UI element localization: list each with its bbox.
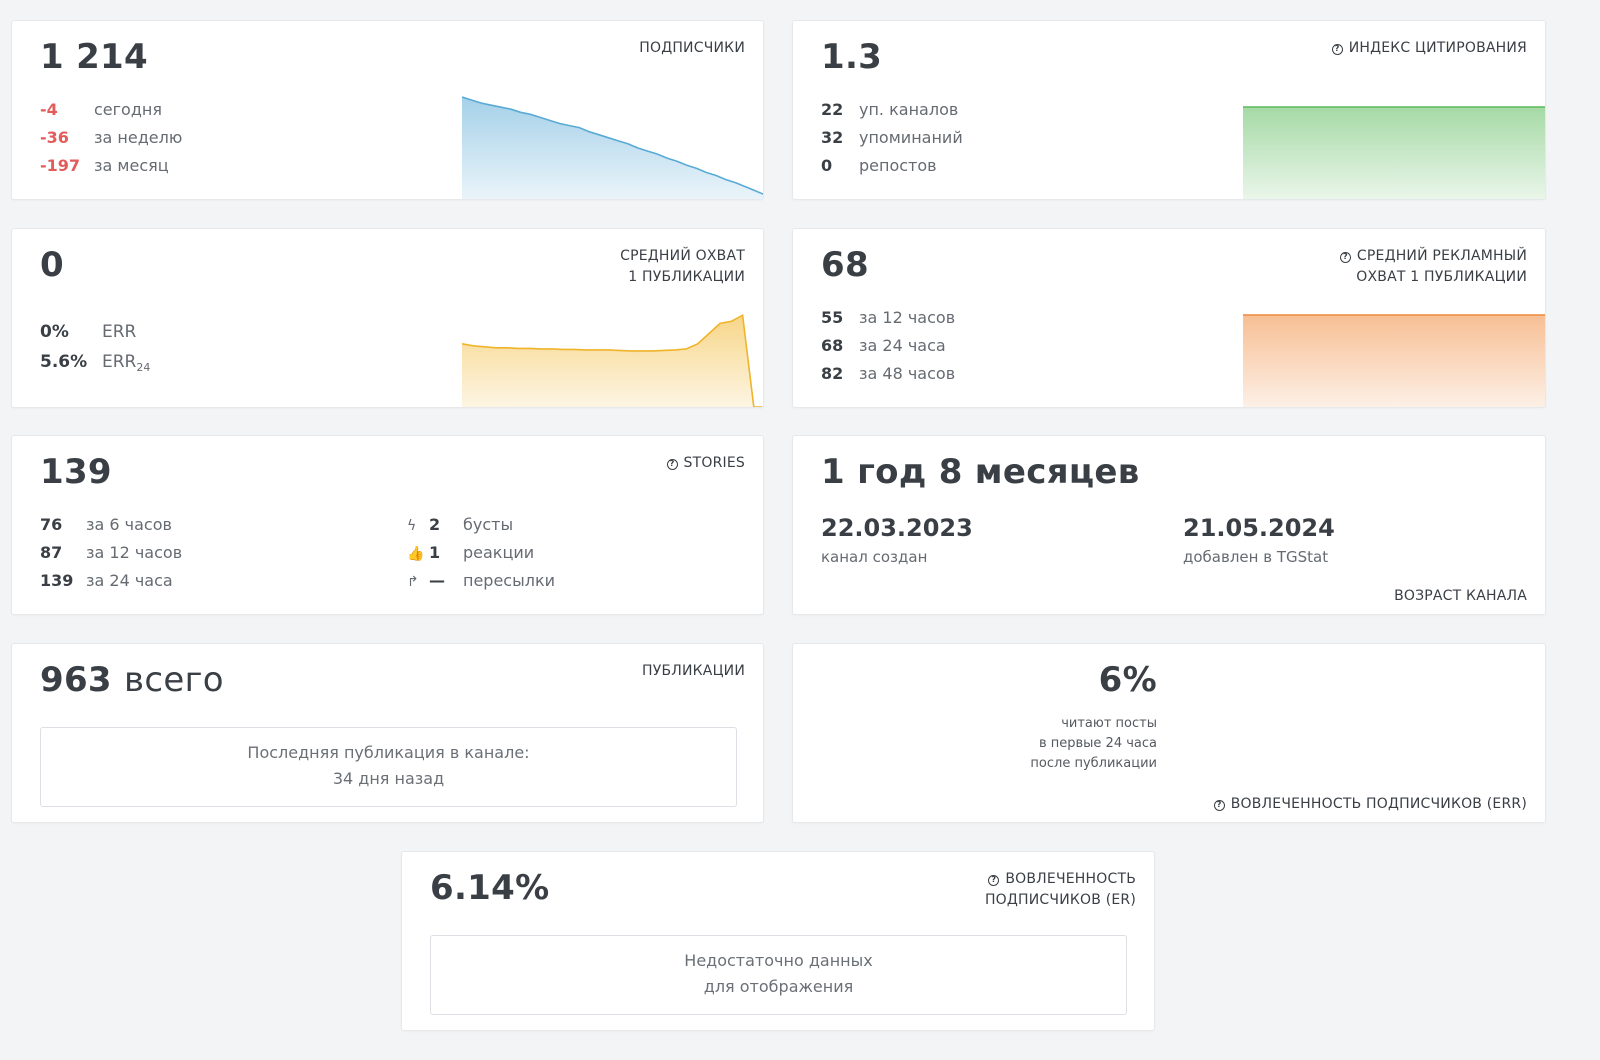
ad-reach-trend-area bbox=[1243, 315, 1545, 407]
subscribers-trend-area bbox=[462, 97, 763, 199]
stories-label: ? Stories bbox=[666, 453, 745, 474]
age-value: 1 год 8 месяцев bbox=[821, 452, 1140, 492]
age-created: 22.03.2023 канал создан bbox=[821, 514, 973, 566]
reach-value: 0 bbox=[40, 245, 64, 285]
stories-row-12h: 87 за 12 часов bbox=[40, 543, 183, 562]
subscribers-card: 1 214 Подписчики -4 сегодня -36 за неделю … bbox=[11, 20, 764, 200]
added-date: 21.05.2024 bbox=[1183, 514, 1335, 542]
help-icon[interactable]: ? bbox=[1339, 252, 1351, 263]
help-icon[interactable]: ? bbox=[988, 875, 1000, 886]
subscribers-row-month: -197 за месяц bbox=[40, 156, 169, 175]
ad-reach-value: 68 bbox=[821, 245, 869, 285]
subscribers-rows: -4 сегодня -36 за неделю -197 за месяц bbox=[40, 96, 182, 180]
err-value: 6% bbox=[1098, 660, 1157, 700]
stories-row-24h: 139 за 24 часа bbox=[40, 571, 173, 590]
thumbs-up-icon: 👍 bbox=[407, 546, 425, 562]
citation-trend-area bbox=[1243, 107, 1545, 199]
age-added: 21.05.2024 добавлен в TGStat bbox=[1183, 514, 1335, 566]
citation-row-mentions: 32 упоминаний bbox=[821, 128, 963, 147]
stories-extra: ϟ 2 бусты 👍 1 реакции ↱ — пересылки bbox=[407, 511, 555, 595]
reach-row-err: 0% ERR bbox=[40, 322, 137, 342]
forward-icon: ↱ bbox=[407, 574, 419, 590]
last-post-box: Последняя публикация в канале: 34 дня на… bbox=[40, 727, 737, 807]
err-card: 6% читают посты в первые 24 часа после п… bbox=[792, 643, 1546, 823]
err-description: читают посты в первые 24 часа после публ… bbox=[1030, 716, 1157, 771]
err-label: ? Вовлеченность подписчиков (ERR) bbox=[1213, 794, 1527, 815]
help-icon[interactable]: ? bbox=[1331, 44, 1343, 55]
stories-reactions: 👍 1 реакции bbox=[407, 539, 555, 567]
ad-reach-sparkline bbox=[1243, 314, 1545, 407]
reach-sparkline bbox=[462, 313, 763, 407]
subscribers-row-today: -4 сегодня bbox=[40, 100, 162, 119]
added-text: добавлен в TGStat bbox=[1183, 548, 1329, 566]
subscribers-value: 1 214 bbox=[40, 37, 148, 77]
posts-card: 963 всего Публикации Последняя публикаци… bbox=[11, 643, 764, 823]
stories-boosts: ϟ 2 бусты bbox=[407, 511, 555, 539]
subscribers-row-week: -36 за неделю bbox=[40, 128, 183, 147]
citation-row-reposts: 0 репостов bbox=[821, 156, 937, 175]
reach-label: Средний охват 1 публикации bbox=[620, 248, 745, 285]
citation-card: 1.3 ? Индекс цитирования 22 уп. каналов 32… bbox=[792, 20, 1546, 200]
citation-rows: 22 уп. каналов 32 упоминаний 0 репостов bbox=[821, 96, 963, 180]
citation-sparkline bbox=[1243, 106, 1545, 199]
stories-value: 139 bbox=[40, 452, 112, 492]
ad-reach-rows: 55 за 12 часов 68 за 24 часа 82 за 48 часов bbox=[821, 304, 955, 388]
citation-row-channels: 22 уп. каналов bbox=[821, 100, 959, 119]
posts-value: 963 всего bbox=[40, 660, 224, 700]
er-value: 6.14% bbox=[430, 868, 550, 908]
lightning-icon: ϟ bbox=[407, 518, 417, 534]
posts-label: Публикации bbox=[642, 663, 745, 679]
citation-value: 1.3 bbox=[821, 37, 883, 77]
ad-reach-row-48h: 82 за 48 часов bbox=[821, 364, 956, 383]
stories-rows: 76 за 6 часов 87 за 12 часов 139 за 24 часа bbox=[40, 511, 182, 595]
reach-trend-area bbox=[462, 315, 763, 407]
citation-label: ? Индекс цитирования bbox=[1331, 38, 1527, 59]
ad-reach-label: ? Средний рекламный охват 1 публикации bbox=[1339, 246, 1527, 288]
ad-reach-row-12h: 55 за 12 часов bbox=[821, 308, 956, 327]
no-data-box: Недостаточно данных для отображения bbox=[430, 935, 1127, 1015]
ad-reach-row-24h: 68 за 24 часа bbox=[821, 336, 946, 355]
ad-reach-card: 68 ? Средний рекламный охват 1 публикации … bbox=[792, 228, 1546, 408]
reach-card: 0 Средний охват 1 публикации 0% ERR 5.6% ER… bbox=[11, 228, 764, 408]
subscribers-label: Подписчики bbox=[639, 40, 745, 56]
er-label: ? Вовлеченность подписчиков (ER) bbox=[984, 871, 1136, 908]
subscribers-sparkline bbox=[462, 96, 763, 199]
er-card: 6.14% ? Вовлеченность подписчиков (ER) Нед… bbox=[401, 851, 1155, 1031]
help-icon[interactable]: ? bbox=[1213, 800, 1225, 811]
reach-rows: 0% ERR 5.6% ERR24 bbox=[40, 317, 150, 377]
stories-card: 139 ? Stories 76 за 6 часов 87 за 12 часов … bbox=[11, 435, 764, 615]
reach-row-err24: 5.6% ERR24 bbox=[40, 352, 151, 374]
created-date: 22.03.2023 bbox=[821, 514, 973, 542]
created-text: канал создан bbox=[821, 548, 928, 566]
age-card: 1 год 8 месяцев 22.03.2023 канал создан … bbox=[792, 435, 1546, 615]
stories-forwards: ↱ — пересылки bbox=[407, 567, 555, 595]
stories-row-6h: 76 за 6 часов bbox=[40, 515, 172, 534]
help-icon[interactable]: ? bbox=[666, 459, 678, 470]
age-label: Возраст канала bbox=[1394, 588, 1527, 604]
